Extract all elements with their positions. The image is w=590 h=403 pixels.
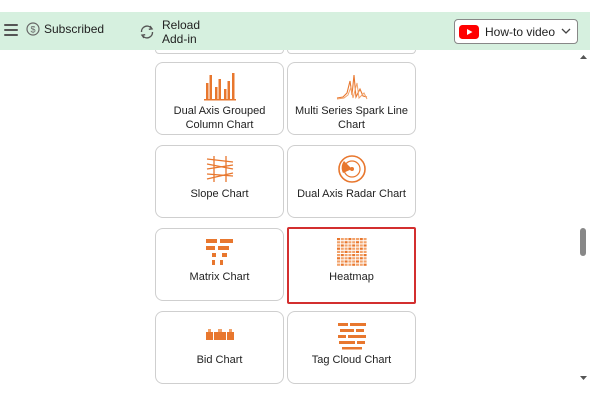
chart-card-dual-axis-radar[interactable]: Dual Axis Radar Chart — [287, 145, 416, 218]
chart-card-tag-cloud[interactable]: Tag Cloud Chart — [287, 311, 416, 384]
scroll-down-arrow-icon[interactable] — [580, 375, 587, 381]
partial-card — [287, 50, 416, 54]
chart-card-label: Bid Chart — [196, 354, 243, 366]
partial-card — [155, 50, 284, 54]
how-to-video-label: How-to video — [485, 24, 556, 39]
reload-addin-button[interactable]: Reload Add-in — [138, 18, 210, 46]
spark-line-icon — [336, 74, 367, 100]
chevron-down-icon — [561, 28, 571, 34]
slope-chart-icon — [206, 156, 233, 182]
chart-card-bid[interactable]: Bid Chart — [155, 311, 284, 384]
matrix-chart-icon — [205, 239, 233, 265]
chart-card-label: Dual Axis Radar Chart — [297, 188, 406, 200]
scrollbar-thumb[interactable] — [580, 228, 586, 256]
chart-card-slope[interactable]: Slope Chart — [155, 145, 284, 218]
chart-card-label: Heatmap — [329, 271, 374, 283]
chart-card-matrix[interactable]: Matrix Chart — [155, 228, 284, 301]
chart-card-label: Multi Series Spark Line Chart — [294, 105, 409, 131]
chart-card-label: Tag Cloud Chart — [311, 354, 392, 366]
chart-card-multi-series-spark-line[interactable]: Multi Series Spark Line Chart — [287, 62, 416, 135]
grouped-column-icon — [203, 73, 236, 101]
subscribed-status: $ Subscribed — [26, 22, 104, 36]
chart-card-dual-axis-grouped-column[interactable]: Dual Axis Grouped Column Chart — [155, 62, 284, 135]
chart-card-heatmap[interactable]: Heatmap — [287, 227, 416, 304]
top-toolbar: $ Subscribed Reload Add-in How-to video — [0, 12, 590, 50]
svg-text:$: $ — [30, 25, 35, 35]
radar-chart-icon — [337, 155, 366, 183]
subscribed-label: Subscribed — [44, 22, 105, 36]
chart-card-label: Matrix Chart — [189, 271, 250, 283]
hamburger-menu-icon[interactable] — [4, 24, 18, 36]
chart-card-label: Dual Axis Grouped Column Chart — [173, 105, 266, 131]
tag-cloud-icon — [337, 323, 366, 350]
vertical-scrollbar[interactable] — [578, 52, 588, 385]
youtube-icon — [459, 24, 479, 39]
dollar-coin-icon: $ — [26, 22, 40, 36]
bid-chart-icon — [205, 329, 234, 340]
chart-card-label: Slope Chart — [190, 188, 249, 200]
reload-label: Reload Add-in — [162, 18, 201, 46]
how-to-video-dropdown[interactable]: How-to video — [454, 19, 578, 44]
scroll-up-arrow-icon[interactable] — [580, 54, 587, 60]
heatmap-icon — [336, 238, 367, 266]
refresh-icon — [140, 25, 154, 39]
